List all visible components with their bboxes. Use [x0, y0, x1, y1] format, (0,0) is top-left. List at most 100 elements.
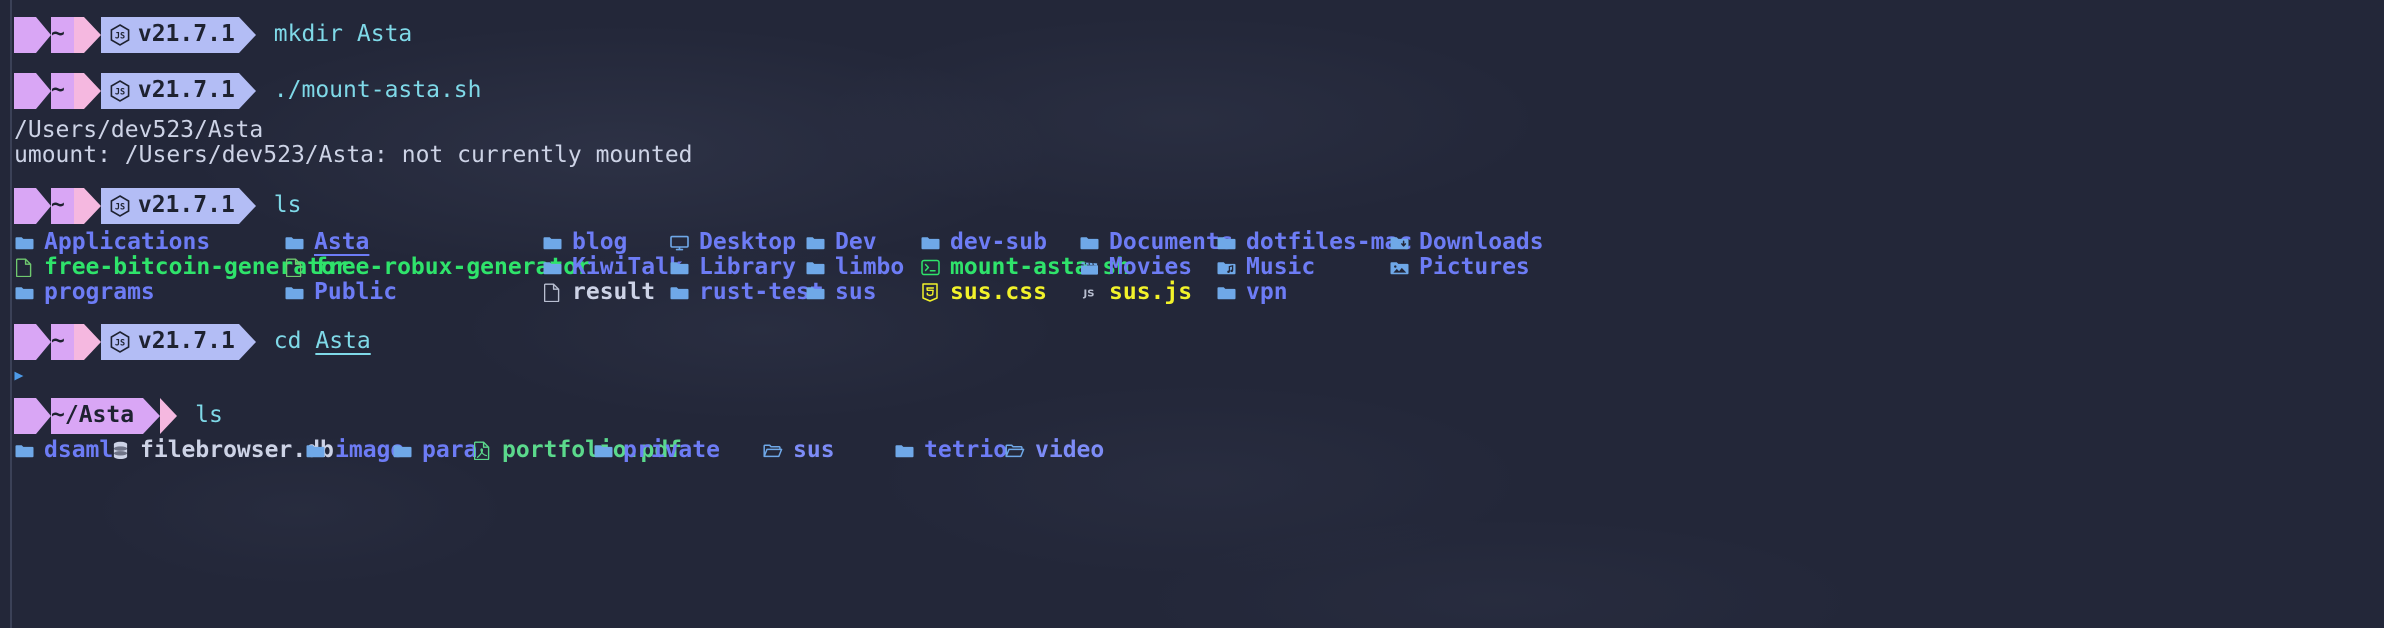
prompt-runtime-label: v21.7.1	[137, 192, 235, 218]
prompt-path-segment: ~/Asta	[14, 397, 144, 434]
folder-icon	[14, 285, 34, 301]
file-entry-label: Public	[314, 279, 398, 305]
output-umount-message: umount: /Users/dev523/Asta: not currentl…	[14, 142, 693, 168]
continuation-marker: ▸	[12, 362, 26, 388]
file-entry-label: Music	[1246, 254, 1316, 280]
file-listing-asta: dsaml filebrowser.db image para portfolio.pd…	[14, 439, 2384, 464]
folder-icon	[1216, 285, 1236, 301]
prompt-runtime-label: v21.7.1	[137, 21, 235, 47]
prompt-path-arrow	[143, 397, 161, 434]
prompt-path-segment: ~	[14, 323, 74, 360]
prompt-trailing-arrow	[238, 16, 256, 53]
file-entry[interactable]: Dev	[805, 231, 877, 254]
file-entry[interactable]: JS sus.js	[1079, 279, 1193, 305]
svg-text:JS: JS	[1083, 289, 1095, 300]
command-text-cd: cd Asta	[274, 330, 371, 353]
powerline-prompt: ~ JS v21.7.1	[14, 72, 256, 109]
file-entry[interactable]: limbo	[805, 256, 904, 279]
file-entry-label: programs	[44, 279, 155, 305]
file-entry[interactable]: Music	[1216, 256, 1315, 279]
prompt-row-mkdir: ~ JS v21.7.1 mkdir Asta	[14, 13, 2384, 56]
nodejs-icon: JS	[110, 330, 130, 353]
file-entry-label: Dev	[835, 229, 877, 255]
prompt-separator-arrow	[83, 16, 101, 53]
file-entry[interactable]: sus	[763, 439, 835, 462]
file-entry[interactable]: rust-test	[669, 281, 824, 304]
file-entry[interactable]: filebrowser.db	[110, 439, 334, 462]
prompt-separator-fill	[73, 323, 84, 360]
prompt-path-segment: ~	[14, 72, 74, 109]
prompt-trailing-arrow	[238, 72, 256, 109]
folder-icon	[14, 443, 34, 459]
folder-icon	[284, 285, 304, 301]
file-entry[interactable]: KiwiTalk	[542, 256, 683, 279]
file-entry[interactable]: Applications	[14, 231, 210, 254]
file-entry[interactable]: Public	[284, 281, 397, 304]
movies-folder-icon	[1079, 260, 1099, 276]
prompt-row-cd-asta: ~ JS v21.7.1 cd Asta	[14, 320, 2384, 363]
file-entry[interactable]: Desktop	[669, 231, 796, 254]
folder-icon	[669, 285, 689, 301]
file-entry-label: tetrio	[924, 437, 1008, 463]
command-cd-argument: Asta	[315, 328, 371, 354]
file-entry[interactable]: image	[305, 439, 404, 462]
powerline-prompt-asta: ~/Asta	[14, 397, 178, 434]
file-entry[interactable]: blog	[542, 231, 627, 254]
file-entry-label: Library	[699, 254, 796, 280]
powerline-prompt: ~ JS v21.7.1	[14, 187, 256, 224]
file-entry[interactable]: Movies	[1079, 256, 1192, 279]
file-entry[interactable]: result	[542, 281, 655, 304]
nodejs-icon: JS	[110, 194, 130, 217]
command-text-ls: ls	[273, 192, 302, 218]
file-entry-label: result	[572, 279, 656, 305]
folder-icon	[920, 235, 940, 251]
file-entry-label: sus.js	[1109, 279, 1193, 305]
file-entry-label: limbo	[835, 254, 905, 280]
prompt-separator-arrow	[160, 397, 178, 434]
symlink-folder-icon	[1005, 443, 1025, 459]
file-entry[interactable]: Asta	[284, 231, 369, 254]
folder-icon	[542, 260, 562, 276]
prompt-runtime-segment: JS v21.7.1	[100, 323, 239, 360]
prompt-separator-fill	[73, 187, 84, 224]
file-entry[interactable]: dev-sub	[920, 231, 1047, 254]
file-entry[interactable]: Library	[669, 256, 796, 279]
file-entry[interactable]: Downloads	[1389, 231, 1544, 254]
file-entry-label: Documents	[1109, 229, 1234, 255]
prompt-row-ls-asta: ~/Asta ls	[14, 394, 2384, 437]
file-entry[interactable]: Documents	[1079, 231, 1234, 254]
css-icon	[920, 283, 940, 302]
prompt-runtime-label: v21.7.1	[137, 77, 235, 103]
file-entry[interactable]: programs	[14, 281, 155, 304]
folder-icon	[894, 443, 914, 459]
file-entry-label: Asta	[314, 229, 370, 255]
prompt-path-label: ~/Asta	[51, 402, 135, 428]
file-entry[interactable]: sus.css	[920, 281, 1047, 304]
file-entry[interactable]: dsaml	[14, 439, 113, 462]
file-entry-label: Movies	[1109, 254, 1193, 280]
file-entry[interactable]: private	[593, 439, 720, 462]
nodejs-icon: JS	[110, 79, 130, 102]
prompt-runtime-segment: JS v21.7.1	[100, 72, 239, 109]
file-entry-label: KiwiTalk	[572, 254, 683, 280]
file-entry[interactable]: sus	[805, 281, 877, 304]
prompt-trailing-arrow	[238, 323, 256, 360]
file-entry[interactable]: vpn	[1216, 281, 1288, 304]
file-listing-home: Applications Asta blog Desktop Dev dev-sub Doc…	[14, 231, 2384, 306]
file-entry[interactable]: dotfiles-mac	[1216, 231, 1412, 254]
file-entry[interactable]: video	[1005, 439, 1104, 462]
prompt-trailing-arrow	[238, 187, 256, 224]
powerline-prompt: ~ JS v21.7.1	[14, 16, 256, 53]
file-entry[interactable]: Pictures	[1389, 256, 1530, 279]
folder-icon	[392, 443, 412, 459]
file-entry[interactable]: tetrio	[894, 439, 1007, 462]
terminal-window[interactable]: ~ JS v21.7.1 mkdir Asta ~ JS v21.7.1 ./m…	[0, 0, 2384, 628]
prompt-path-label: ~	[51, 21, 65, 47]
file-entry-label: Desktop	[699, 229, 796, 255]
folder-icon	[805, 260, 825, 276]
file-entry[interactable]: para	[392, 439, 477, 462]
file-listing-row: programs Public result rust-test sus sus.css J…	[14, 281, 2384, 306]
prompt-separator-arrow	[83, 187, 101, 224]
prompt-runtime-segment: JS v21.7.1	[100, 187, 239, 224]
file-entry-label: Pictures	[1419, 254, 1530, 280]
